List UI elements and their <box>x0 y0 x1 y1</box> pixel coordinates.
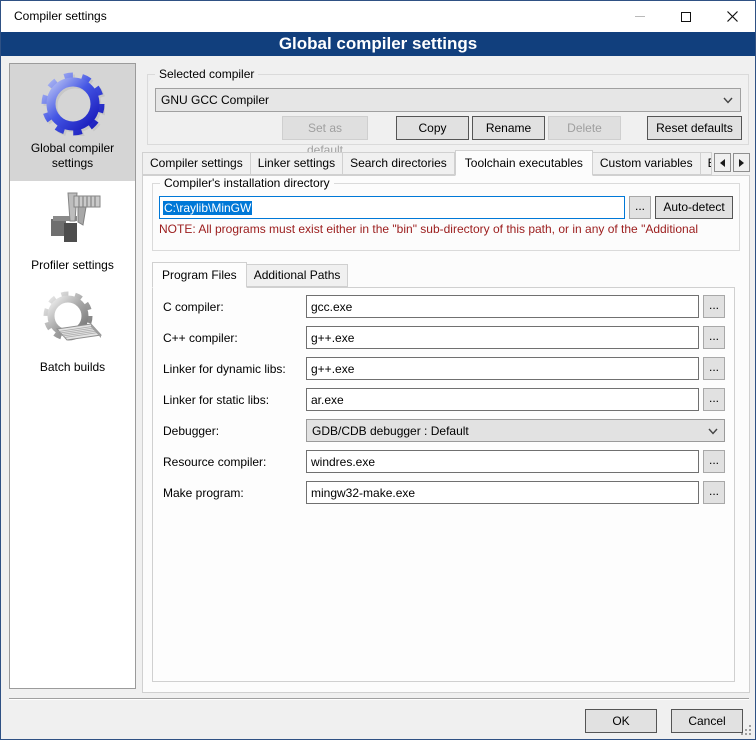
tab-scroll-right-button[interactable] <box>733 153 750 172</box>
cpp-compiler-input[interactable]: g++.exe <box>306 326 699 349</box>
selected-compiler-group: Selected compiler GNU GCC Compiler Set a… <box>147 74 749 145</box>
tab-additional-paths[interactable]: Additional Paths <box>247 264 349 287</box>
browse-resource-compiler-button[interactable]: ... <box>703 450 725 473</box>
ok-button[interactable]: OK <box>585 709 657 733</box>
chevron-down-icon <box>723 97 733 104</box>
rename-button[interactable]: Rename <box>472 116 545 140</box>
resize-grip[interactable] <box>749 733 751 735</box>
chevron-down-icon <box>708 428 718 435</box>
maximize-icon <box>681 12 691 22</box>
tab-compiler-settings[interactable]: Compiler settings <box>142 152 251 175</box>
field-row-debugger: Debugger: GDB/CDB debugger : Default <box>163 419 725 442</box>
field-label: Make program: <box>163 486 306 500</box>
minimize-button[interactable] <box>617 1 663 32</box>
copy-button[interactable]: Copy <box>396 116 469 140</box>
field-label: C compiler: <box>163 300 306 314</box>
installation-directory-input[interactable]: C:\raylib\MinGW <box>159 196 625 219</box>
field-value: g++.exe <box>311 362 354 376</box>
make-program-input[interactable]: mingw32-make.exe <box>306 481 699 504</box>
cancel-button[interactable]: Cancel <box>671 709 743 733</box>
arrow-right-icon <box>739 159 744 167</box>
window-controls <box>617 1 755 32</box>
browse-linker-static-button[interactable]: ... <box>703 388 725 411</box>
field-label: Debugger: <box>163 424 306 438</box>
group-label: Selected compiler <box>155 67 258 81</box>
compiler-select[interactable]: GNU GCC Compiler <box>155 88 741 112</box>
reset-defaults-button[interactable]: Reset defaults <box>647 116 742 140</box>
tab-scroll-left-button[interactable] <box>714 153 731 172</box>
sidebar-item-global-compiler-settings[interactable]: Global compiler settings <box>10 64 135 181</box>
field-row-resource-compiler: Resource compiler: windres.exe ... <box>163 450 725 473</box>
footer-divider <box>9 698 749 700</box>
installation-directory-group: Compiler's installation directory C:\ray… <box>152 183 740 251</box>
browse-linker-dynamic-button[interactable]: ... <box>703 357 725 380</box>
field-row-linker-dynamic: Linker for dynamic libs: g++.exe ... <box>163 357 725 380</box>
tab-toolchain-executables[interactable]: Toolchain executables <box>455 150 593 176</box>
gray-gear-stack-icon <box>41 291 105 355</box>
group-label: Compiler's installation directory <box>160 176 334 190</box>
tab-build-options[interactable]: Build options <box>701 152 712 175</box>
field-label: Linker for static libs: <box>163 393 306 407</box>
browse-make-program-button[interactable]: ... <box>703 481 725 504</box>
note-text: NOTE: All programs must exist either in … <box>159 222 733 236</box>
compiler-buttons-row: Set as default Copy Rename Delete Reset … <box>148 116 748 140</box>
sidebar-item-label: Batch builds <box>12 360 133 375</box>
sidebar-item-batch-builds[interactable]: Batch builds <box>10 283 135 385</box>
field-value: g++.exe <box>311 331 354 345</box>
window-title: Compiler settings <box>14 9 107 23</box>
tab-search-directories[interactable]: Search directories <box>343 152 455 175</box>
debugger-select[interactable]: GDB/CDB debugger : Default <box>306 419 725 442</box>
compiler-settings-window: Compiler settings Global compiler settin… <box>0 0 756 740</box>
compiler-select-value: GNU GCC Compiler <box>161 93 269 107</box>
program-files-tabstrip: Program Files Additional Paths <box>152 261 740 287</box>
field-value: GDB/CDB debugger : Default <box>312 424 469 438</box>
field-value: gcc.exe <box>311 300 352 314</box>
browse-c-compiler-button[interactable]: ... <box>703 295 725 318</box>
field-value: mingw32-make.exe <box>311 486 415 500</box>
selected-text: C:\raylib\MinGW <box>163 201 252 215</box>
minimize-icon <box>635 16 645 17</box>
sidebar-item-label: Global compiler settings <box>12 141 133 171</box>
delete-button: Delete <box>548 116 621 140</box>
linker-dynamic-input[interactable]: g++.exe <box>306 357 699 380</box>
c-compiler-input[interactable]: gcc.exe <box>306 295 699 318</box>
auto-detect-button[interactable]: Auto-detect <box>655 196 733 219</box>
field-label: Resource compiler: <box>163 455 306 469</box>
blue-gear-icon <box>41 72 105 136</box>
field-label: Linker for dynamic libs: <box>163 362 306 376</box>
field-value: windres.exe <box>311 455 375 469</box>
field-row-make-program: Make program: mingw32-make.exe ... <box>163 481 725 504</box>
titlebar: Compiler settings <box>1 1 755 32</box>
resource-compiler-input[interactable]: windres.exe <box>306 450 699 473</box>
tab-scroll-arrows <box>712 153 750 172</box>
settings-tabstrip: Compiler settings Linker settings Search… <box>142 149 750 175</box>
browse-cpp-compiler-button[interactable]: ... <box>703 326 725 349</box>
sidebar-item-label: Profiler settings <box>12 258 133 273</box>
settings-category-list: Global compiler settings Profiler settin… <box>9 63 136 689</box>
dialog-banner: Global compiler settings <box>1 32 755 56</box>
field-value: ar.exe <box>311 393 344 407</box>
field-row-c-compiler: C compiler: gcc.exe ... <box>163 295 725 318</box>
set-as-default-button: Set as default <box>282 116 368 140</box>
program-files-page: C compiler: gcc.exe ... C++ compiler: g+… <box>152 287 735 682</box>
arrow-left-icon <box>720 159 725 167</box>
field-row-linker-static: Linker for static libs: ar.exe ... <box>163 388 725 411</box>
installation-directory-row: C:\raylib\MinGW ... Auto-detect <box>159 196 733 219</box>
linker-static-input[interactable]: ar.exe <box>306 388 699 411</box>
maximize-button[interactable] <box>663 1 709 32</box>
close-icon <box>727 11 738 22</box>
field-label: C++ compiler: <box>163 331 306 345</box>
main-panel: Selected compiler GNU GCC Compiler Set a… <box>142 63 750 693</box>
close-button[interactable] <box>709 1 755 32</box>
tab-linker-settings[interactable]: Linker settings <box>251 152 343 175</box>
caliper-icon <box>41 189 105 253</box>
browse-directory-button[interactable]: ... <box>629 196 651 219</box>
tab-custom-variables[interactable]: Custom variables <box>593 152 701 175</box>
toolchain-executables-page: Compiler's installation directory C:\ray… <box>142 175 750 693</box>
tab-program-files[interactable]: Program Files <box>152 262 247 288</box>
field-row-cpp-compiler: C++ compiler: g++.exe ... <box>163 326 725 349</box>
sidebar-item-profiler-settings[interactable]: Profiler settings <box>10 181 135 283</box>
